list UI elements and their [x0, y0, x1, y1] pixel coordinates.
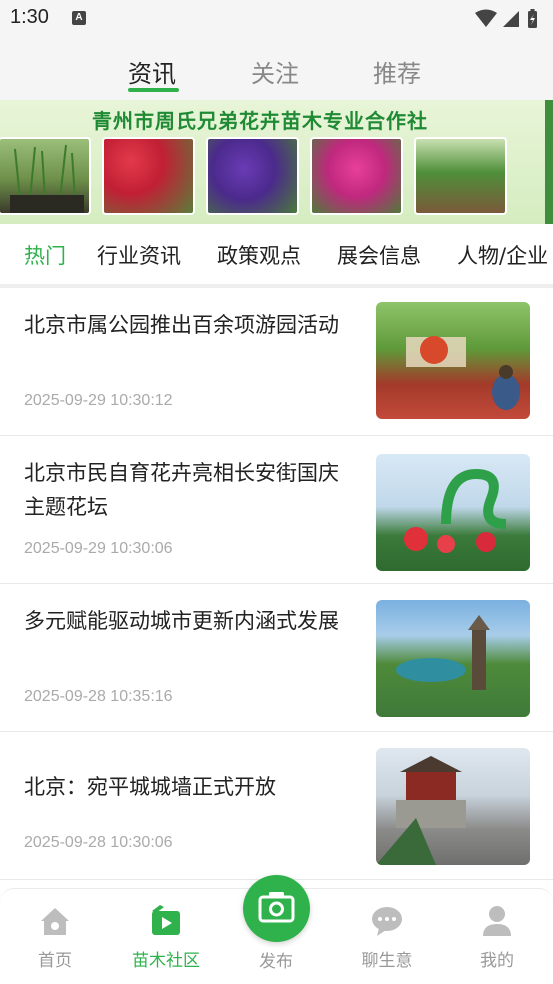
notification-icon: A — [72, 11, 86, 25]
news-title: 北京市民自育花卉亮相长安街国庆主题花坛 — [24, 461, 339, 519]
news-thumbnail — [376, 454, 530, 571]
top-tab-bar: 资讯 关注 推荐 — [0, 38, 553, 100]
nav-profile[interactable]: 我的 — [452, 889, 542, 979]
system-icons — [473, 8, 543, 34]
status-bar: 1:30 A — [0, 0, 553, 38]
category-tab-bar: 热门 行业资讯 政策观点 展会信息 人物/企业 — [0, 224, 553, 284]
publish-button[interactable] — [243, 875, 310, 942]
news-title: 北京：宛平城城墙正式开放 — [24, 775, 276, 799]
nav-profile-label: 我的 — [480, 951, 514, 971]
banner-photo-grass — [414, 137, 507, 215]
news-item[interactable]: 多元赋能驱动城市更新内涵式发展 2025-09-28 10:35:16 — [0, 584, 553, 732]
tab-recommend[interactable]: 推荐 — [373, 54, 421, 89]
active-tab-indicator — [128, 88, 179, 92]
news-time: 2025-09-29 10:30:12 — [24, 392, 173, 409]
banner-photo-red-flowers — [102, 137, 195, 215]
signal-battery-icon — [475, 9, 537, 28]
chat-icon — [372, 907, 402, 936]
tab-follow[interactable]: 关注 — [251, 54, 299, 89]
nav-home[interactable]: 首页 — [10, 889, 100, 979]
banner-title: 青州市周氏兄弟花卉苗木专业合作社 — [92, 109, 428, 133]
nav-chat-label: 聊生意 — [361, 951, 413, 971]
news-title: 多元赋能驱动城市更新内涵式发展 — [24, 609, 339, 633]
news-title: 北京市属公园推出百余项游园活动 — [24, 313, 339, 337]
category-exhibition[interactable]: 展会信息 — [337, 240, 421, 270]
news-item[interactable]: 北京市民自育花卉亮相长安街国庆主题花坛 2025-09-29 10:30:06 — [0, 436, 553, 584]
nav-community[interactable]: 苗木社区 — [121, 889, 211, 979]
tab-news[interactable]: 资讯 — [128, 54, 176, 89]
news-thumbnail — [376, 748, 530, 865]
news-thumbnail — [376, 600, 530, 717]
banner-photo-purple-flowers — [206, 137, 299, 215]
category-people[interactable]: 人物/企业 — [457, 240, 548, 270]
category-policy[interactable]: 政策观点 — [217, 240, 301, 270]
nav-community-label: 苗木社区 — [132, 951, 200, 971]
news-item[interactable]: 北京：宛平城城墙正式开放 2025-09-28 10:30:06 — [0, 732, 553, 880]
category-hot[interactable]: 热门 — [24, 240, 66, 270]
news-thumbnail — [376, 302, 530, 419]
camera-icon — [258, 892, 295, 923]
news-time: 2025-09-28 10:35:16 — [24, 688, 173, 705]
banner-stripe — [545, 100, 553, 224]
nav-chat[interactable]: 聊生意 — [342, 889, 432, 979]
promo-banner[interactable]: 青州市周氏兄弟花卉苗木专业合作社 — [0, 100, 553, 224]
home-icon — [41, 908, 69, 935]
user-icon — [483, 906, 511, 936]
nav-home-label: 首页 — [38, 951, 72, 971]
publish-label: 发布 — [259, 952, 293, 972]
video-icon — [152, 905, 180, 935]
category-industry[interactable]: 行业资讯 — [97, 240, 181, 270]
status-time: 1:30 — [10, 6, 49, 28]
news-time: 2025-09-28 10:30:06 — [24, 834, 173, 851]
news-item[interactable]: 北京市属公园推出百余项游园活动 2025-09-29 10:30:12 — [0, 288, 553, 436]
news-time: 2025-09-29 10:30:06 — [24, 540, 173, 557]
banner-photo-pink-flowers — [310, 137, 403, 215]
banner-photo-seedlings — [0, 137, 91, 215]
